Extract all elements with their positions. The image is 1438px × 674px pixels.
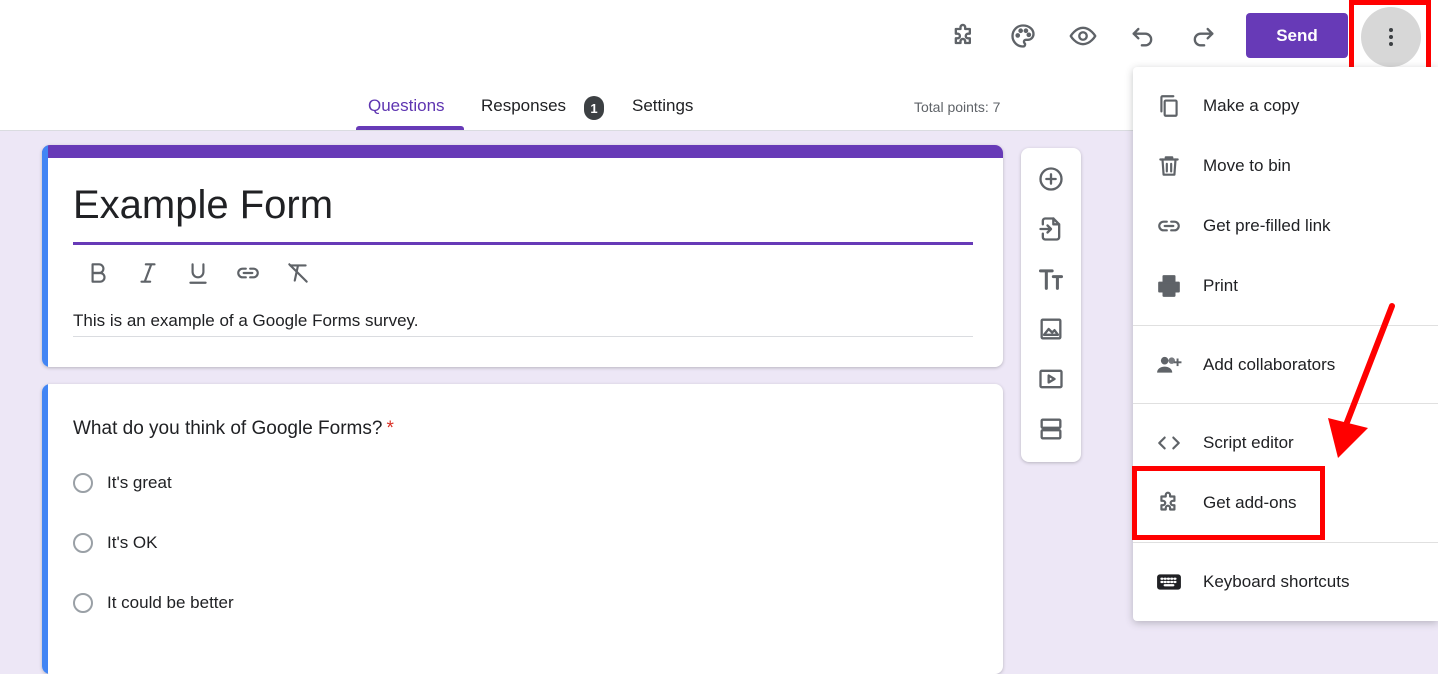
- collaborators-icon: [1155, 351, 1183, 379]
- responses-count-badge: 1: [584, 96, 604, 120]
- menu-item-script-editor[interactable]: Script editor: [1133, 418, 1438, 468]
- menu-item-label: Make a copy: [1203, 96, 1300, 115]
- question-label: What do you think of Google Forms?: [73, 418, 383, 439]
- tab-responses[interactable]: Responses: [481, 96, 566, 116]
- code-icon: [1155, 429, 1183, 457]
- menu-item-label: Add collaborators: [1203, 355, 1336, 374]
- more-options-menu: Make a copy Move to bin Get pre-filled l…: [1133, 67, 1438, 621]
- preview-icon[interactable]: [1063, 16, 1103, 56]
- add-title-icon[interactable]: [1036, 264, 1066, 294]
- option-row[interactable]: It's OK: [73, 533, 157, 553]
- form-title-card: Example Form This is an example of a Goo…: [42, 145, 1003, 367]
- addons-icon[interactable]: [944, 16, 984, 56]
- redo-icon[interactable]: [1183, 16, 1223, 56]
- menu-item-label: Print: [1203, 276, 1238, 295]
- add-image-icon[interactable]: [1036, 314, 1066, 344]
- radio-button[interactable]: [73, 533, 93, 553]
- question-text: What do you think of Google Forms? *: [73, 418, 394, 440]
- card-focus-bar: [42, 384, 48, 674]
- undo-icon[interactable]: [1123, 16, 1163, 56]
- form-title[interactable]: Example Form: [73, 183, 333, 228]
- import-questions-icon[interactable]: [1036, 214, 1066, 244]
- radio-button[interactable]: [73, 473, 93, 493]
- menu-item-label: Get pre-filled link: [1203, 216, 1331, 235]
- option-label: It could be better: [107, 593, 234, 612]
- add-video-icon[interactable]: [1036, 364, 1066, 394]
- menu-item-label: Script editor: [1203, 433, 1294, 452]
- menu-item-label: Get add-ons: [1203, 493, 1297, 512]
- keyboard-icon: [1155, 568, 1183, 596]
- floating-toolbar: [1021, 148, 1081, 462]
- italic-icon[interactable]: [133, 258, 163, 288]
- card-focus-bar: [42, 145, 48, 367]
- tab-questions[interactable]: Questions: [368, 96, 445, 116]
- link-icon: [1155, 212, 1183, 240]
- menu-item-label: Keyboard shortcuts: [1203, 572, 1350, 591]
- palette-icon[interactable]: [1003, 16, 1043, 56]
- addons-icon: [1155, 489, 1183, 517]
- question-card[interactable]: What do you think of Google Forms? * It's…: [42, 384, 1003, 674]
- radio-button[interactable]: [73, 593, 93, 613]
- menu-item-print[interactable]: Print: [1133, 261, 1438, 311]
- description-underline: [73, 336, 973, 337]
- copy-icon: [1155, 92, 1183, 120]
- menu-item-get-pre-filled-link[interactable]: Get pre-filled link: [1133, 201, 1438, 251]
- print-icon: [1155, 272, 1183, 300]
- send-button[interactable]: Send: [1246, 13, 1348, 58]
- bold-icon[interactable]: [83, 258, 113, 288]
- menu-divider: [1133, 403, 1438, 404]
- clear-formatting-icon[interactable]: [283, 258, 313, 288]
- menu-item-label: Move to bin: [1203, 156, 1291, 175]
- menu-divider: [1133, 542, 1438, 543]
- option-row[interactable]: It could be better: [73, 593, 234, 613]
- more-options-button[interactable]: [1361, 7, 1421, 67]
- underline-icon[interactable]: [183, 258, 213, 288]
- menu-divider: [1133, 325, 1438, 326]
- total-points: Total points: 7: [914, 99, 1001, 115]
- option-row[interactable]: It's great: [73, 473, 172, 493]
- card-accent-bar: [42, 145, 1003, 158]
- menu-item-make-a-copy[interactable]: Make a copy: [1133, 81, 1438, 131]
- option-label: It's great: [107, 473, 172, 492]
- active-tab-indicator: [356, 126, 464, 130]
- form-description[interactable]: This is an example of a Google Forms sur…: [73, 311, 419, 331]
- trash-icon: [1155, 152, 1183, 180]
- menu-item-move-to-bin[interactable]: Move to bin: [1133, 141, 1438, 191]
- menu-item-keyboard-shortcuts[interactable]: Keyboard shortcuts: [1133, 557, 1438, 607]
- menu-item-add-collaborators[interactable]: Add collaborators: [1133, 340, 1438, 390]
- option-label: It's OK: [107, 533, 158, 552]
- tab-settings[interactable]: Settings: [632, 96, 693, 116]
- more-vert-icon: [1389, 28, 1393, 46]
- menu-item-get-add-ons[interactable]: Get add-ons: [1133, 478, 1438, 528]
- add-section-icon[interactable]: [1036, 414, 1066, 444]
- title-underline: [73, 242, 973, 245]
- required-asterisk: *: [386, 418, 394, 439]
- add-question-icon[interactable]: [1036, 164, 1066, 194]
- insert-link-icon[interactable]: [233, 258, 263, 288]
